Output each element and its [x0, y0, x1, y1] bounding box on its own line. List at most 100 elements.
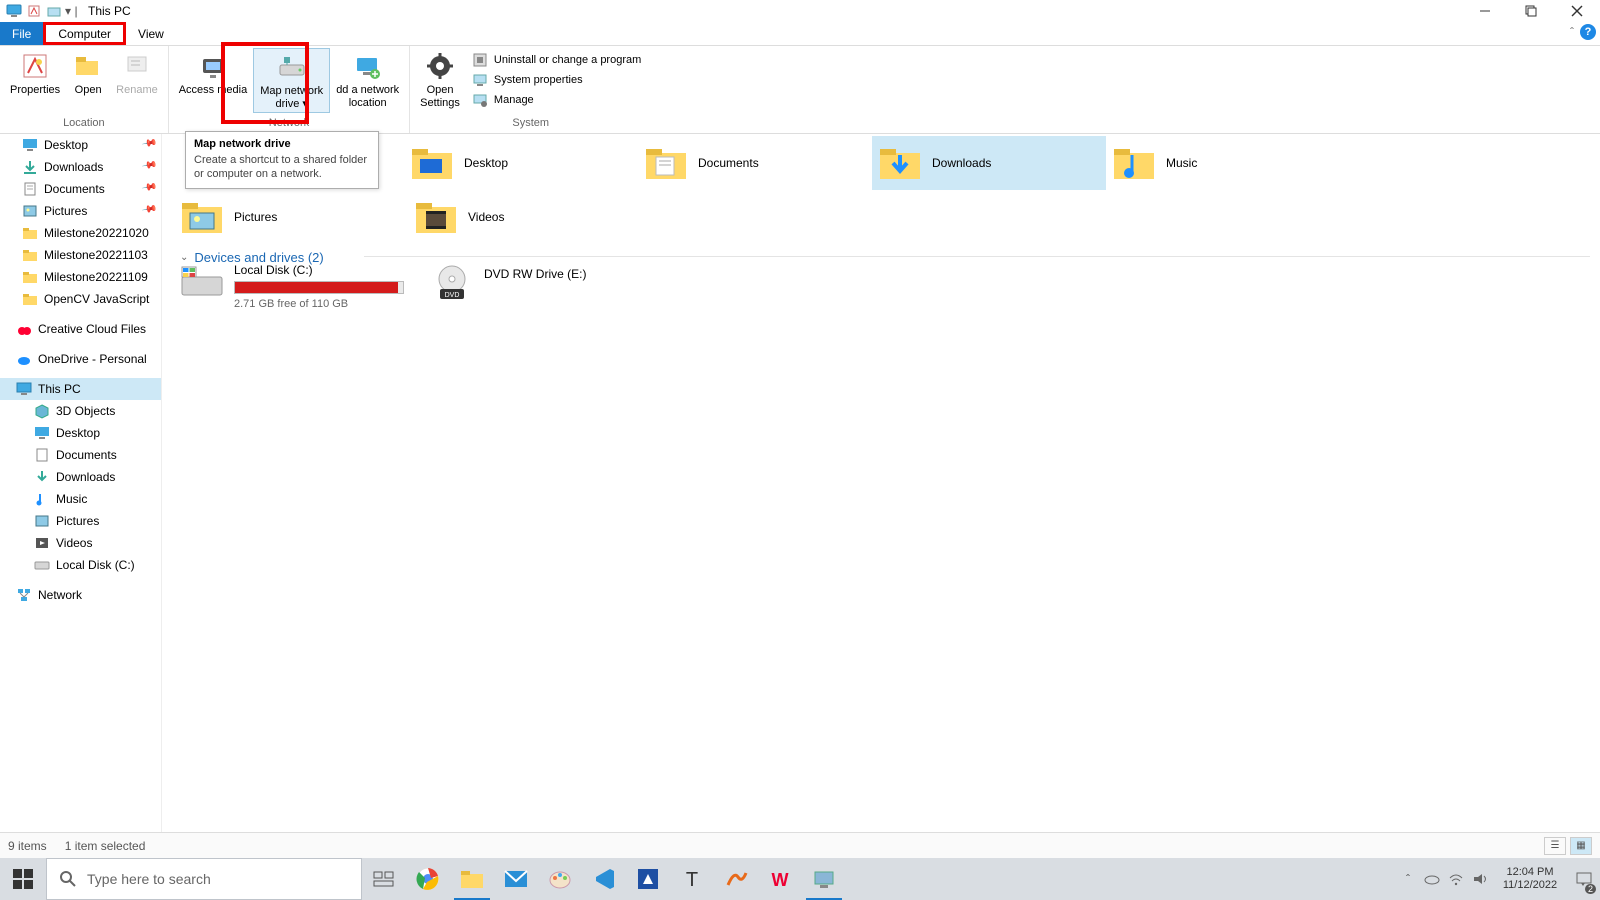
drive-local-disk-c[interactable]: Local Disk (C:) 2.71 GB free of 110 GB	[180, 263, 410, 310]
task-view-button[interactable]	[362, 858, 406, 900]
tray-notifications-icon[interactable]: 2	[1568, 858, 1600, 900]
local-disk-icon	[180, 263, 224, 303]
sidebar-item-3d-objects[interactable]: 3D Objects	[0, 400, 161, 422]
tab-file[interactable]: File	[0, 22, 43, 45]
sidebar-item-documents[interactable]: Documents📌	[0, 178, 161, 200]
start-button[interactable]	[0, 858, 46, 900]
taskbar-matlab[interactable]	[714, 858, 758, 900]
sidebar-item-desktop2[interactable]: Desktop	[0, 422, 161, 444]
manage-icon	[472, 92, 488, 108]
window-title: This PC	[88, 4, 131, 18]
status-bar: 9 items 1 item selected ☰ ▦	[0, 832, 1600, 858]
system-properties-button[interactable]: System properties	[472, 72, 641, 88]
videos-folder-icon	[414, 195, 458, 239]
taskbar-vscode[interactable]	[582, 858, 626, 900]
uninstall-program-button[interactable]: Uninstall or change a program	[472, 52, 641, 68]
ribbon-group-system: Open Settings Uninstall or change a prog…	[410, 46, 651, 133]
pictures-icon	[34, 513, 50, 529]
content-pane[interactable]: Desktop Documents Downloads Music Pictur…	[162, 134, 1600, 832]
sidebar-item-creative-cloud[interactable]: Creative Cloud Files	[0, 318, 161, 340]
close-button[interactable]	[1554, 0, 1600, 22]
qat-dropdown-icon[interactable]: ▾	[64, 4, 72, 18]
sidebar-item-videos[interactable]: Videos	[0, 532, 161, 554]
tray-volume-icon[interactable]	[1468, 858, 1492, 900]
downloads-icon	[34, 469, 50, 485]
taskbar-file-explorer[interactable]	[450, 858, 494, 900]
chevron-down-icon: ⌄	[180, 252, 188, 263]
section-divider	[364, 256, 1590, 257]
qat-new-folder-icon[interactable]	[46, 3, 62, 19]
sidebar-item-milestone2[interactable]: Milestone20221103	[0, 244, 161, 266]
desktop-icon	[34, 425, 50, 441]
sidebar-item-local-disk[interactable]: Local Disk (C:)	[0, 554, 161, 576]
tray-onedrive-icon[interactable]	[1420, 858, 1444, 900]
qat-properties-icon[interactable]	[26, 3, 42, 19]
taskbar-app-blue-square[interactable]	[626, 858, 670, 900]
taskbar-chrome[interactable]	[406, 858, 450, 900]
tray-clock[interactable]: 12:04 PM 11/12/2022	[1492, 866, 1568, 891]
maximize-button[interactable]	[1508, 0, 1554, 22]
taskbar-paint[interactable]	[538, 858, 582, 900]
sidebar-item-milestone3[interactable]: Milestone20221109	[0, 266, 161, 288]
tray-overflow-icon[interactable]: ˆ	[1396, 858, 1420, 900]
open-button[interactable]: Open	[66, 48, 110, 99]
folder-icon	[22, 291, 38, 307]
taskbar-app-selected[interactable]	[802, 858, 846, 900]
map-network-drive-button[interactable]: Map network drive ▾	[253, 48, 330, 113]
add-network-location-button[interactable]: dd a network location	[330, 48, 405, 111]
drive-free-text: 2.71 GB free of 110 GB	[234, 298, 404, 310]
taskbar-search[interactable]: Type here to search	[46, 858, 362, 900]
sidebar-item-network[interactable]: Network	[0, 584, 161, 606]
folder-videos[interactable]: Videos	[408, 190, 642, 244]
sidebar-item-documents2[interactable]: Documents	[0, 444, 161, 466]
sidebar-item-desktop[interactable]: Desktop📌	[0, 134, 161, 156]
pin-icon: 📌	[141, 201, 158, 217]
taskbar-text-app[interactable]: T	[670, 858, 714, 900]
nav-tree[interactable]: Desktop📌 Downloads📌 Documents📌 Pictures📌…	[0, 134, 162, 832]
tab-computer[interactable]: Computer	[43, 22, 126, 45]
sidebar-item-downloads2[interactable]: Downloads	[0, 466, 161, 488]
system-properties-icon	[472, 72, 488, 88]
taskbar-wps[interactable]: W	[758, 858, 802, 900]
manage-button[interactable]: Manage	[472, 92, 641, 108]
sidebar-item-pictures[interactable]: Pictures📌	[0, 200, 161, 222]
folder-documents[interactable]: Documents	[638, 136, 872, 190]
qat-separator: |	[72, 4, 80, 18]
sidebar-item-onedrive[interactable]: OneDrive - Personal	[0, 348, 161, 370]
help-icon[interactable]: ?	[1580, 24, 1596, 40]
minimize-button[interactable]	[1462, 0, 1508, 22]
access-media-button[interactable]: Access media	[173, 48, 253, 99]
tab-view[interactable]: View	[126, 22, 176, 45]
ribbon: Properties Open Rename Location Access m…	[0, 46, 1600, 134]
status-selection: 1 item selected	[65, 839, 146, 853]
folder-downloads[interactable]: Downloads	[872, 136, 1106, 190]
sidebar-item-opencv[interactable]: OpenCV JavaScript	[0, 288, 161, 310]
view-tiles-button[interactable]: ▦	[1570, 837, 1592, 855]
folder-desktop[interactable]: Desktop	[404, 136, 638, 190]
system-tray: ˆ 12:04 PM 11/12/2022 2	[1396, 858, 1600, 900]
sidebar-item-milestone1[interactable]: Milestone20221020	[0, 222, 161, 244]
creative-cloud-icon	[16, 321, 32, 337]
view-details-button[interactable]: ☰	[1544, 837, 1566, 855]
open-settings-button[interactable]: Open Settings	[414, 48, 466, 111]
disk-icon	[34, 557, 50, 573]
music-folder-icon	[1112, 141, 1156, 185]
sidebar-item-this-pc[interactable]: This PC	[0, 378, 161, 400]
drive-dvd-rw[interactable]: DVD DVD RW Drive (E:)	[430, 263, 660, 310]
sidebar-item-downloads[interactable]: Downloads📌	[0, 156, 161, 178]
properties-button[interactable]: Properties	[4, 48, 66, 99]
taskbar-mail[interactable]	[494, 858, 538, 900]
folder-music[interactable]: Music	[1106, 136, 1340, 190]
folder-pictures[interactable]: Pictures	[174, 190, 408, 244]
tooltip-map-network-drive: Map network drive Create a shortcut to a…	[185, 131, 379, 189]
add-loc-label-l1: dd a network	[336, 84, 399, 97]
tooltip-title: Map network drive	[194, 138, 370, 150]
tray-wifi-icon[interactable]	[1444, 858, 1468, 900]
music-icon	[34, 491, 50, 507]
dvd-drive-icon: DVD	[430, 263, 474, 303]
drive-label: DVD RW Drive (E:)	[484, 267, 586, 281]
documents-folder-icon	[644, 141, 688, 185]
sidebar-item-music[interactable]: Music	[0, 488, 161, 510]
sidebar-item-pictures2[interactable]: Pictures	[0, 510, 161, 532]
minimize-ribbon-icon[interactable]: ˆ	[1570, 25, 1574, 39]
